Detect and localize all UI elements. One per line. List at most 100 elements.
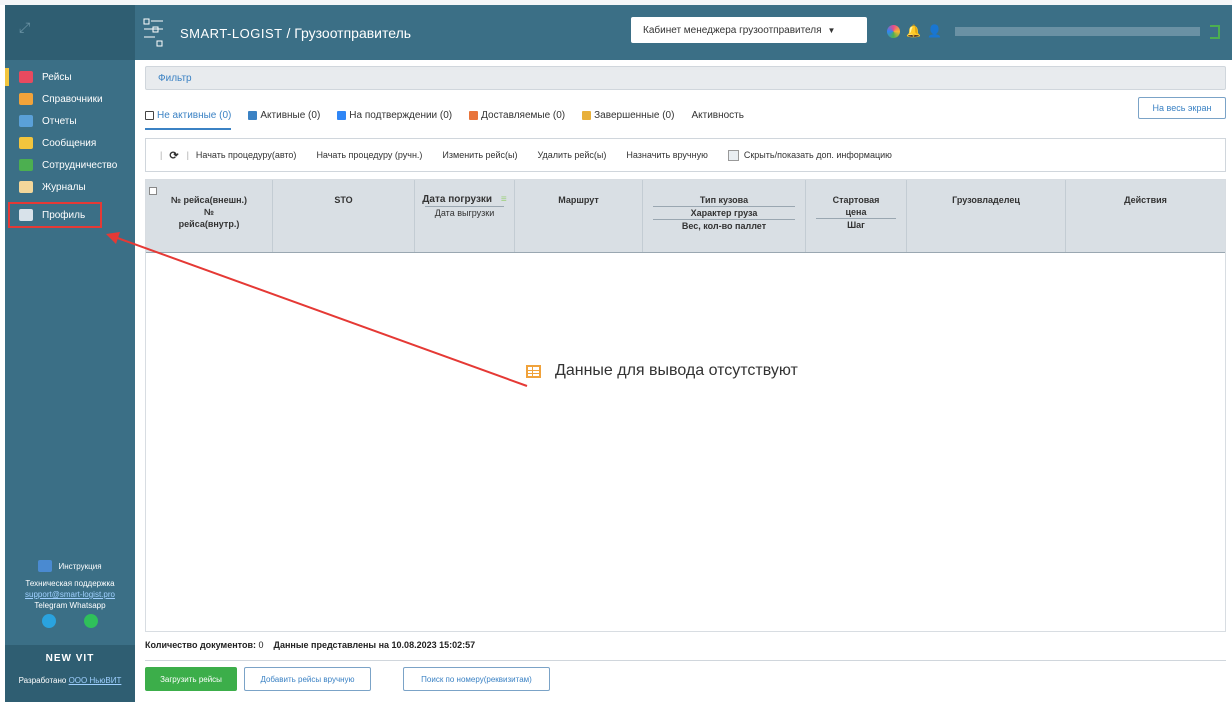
assign-manual-action[interactable]: Назначить вручную — [626, 150, 707, 160]
tab-label: На подтверждении (0) — [349, 109, 453, 121]
filter-label: Фильтр — [158, 73, 192, 84]
sidebar-item-messages[interactable]: Сообщения — [5, 132, 135, 154]
col-route[interactable]: Маршрут — [515, 180, 643, 252]
footer-info: Количество документов: 0 Данные представ… — [145, 640, 475, 650]
support-email-link[interactable]: support@smart-logist.pro — [5, 589, 135, 600]
tab-label: Активные (0) — [260, 109, 321, 121]
sidebar-support: Инструкция Техническая поддержка support… — [5, 560, 135, 628]
cabinet-select[interactable]: Кабинет менеджера грузоотправителя ▼ — [631, 17, 867, 43]
support-label: Техническая поддержка — [25, 579, 115, 588]
telegram-icon[interactable] — [42, 614, 56, 628]
empty-state: Данные для вывода отсутствуют — [526, 362, 798, 380]
cabinet-select-value: Кабинет менеджера грузоотправителя — [643, 24, 822, 36]
trips-icon — [19, 71, 33, 83]
developer-link[interactable]: ООО НьюВИТ — [69, 676, 122, 685]
tab-pending[interactable]: На подтверждении (0) — [337, 101, 452, 129]
messengers-label: Telegram Whatsapp — [34, 601, 106, 610]
col-dates[interactable]: Дата погрузки ≡ Дата выгрузки — [415, 180, 515, 252]
action-toolbar: | ⟳ | Начать процедуру(авто) Начать проц… — [145, 138, 1226, 172]
edit-trip-action[interactable]: Изменить рейс(ы) — [442, 150, 517, 160]
instruction-link[interactable]: Инструкция — [5, 560, 135, 572]
separator: | — [186, 150, 189, 160]
tab-completed[interactable]: Завершенные (0) — [582, 101, 674, 129]
tab-label: Активность — [691, 109, 744, 121]
developed-by-label: Разработано — [18, 676, 67, 685]
col-num-int-prefix: № — [203, 207, 215, 217]
col-body-type-label: Тип кузова — [699, 195, 749, 205]
profile-icon — [19, 209, 33, 221]
col-cargo-type-label: Характер груза — [653, 206, 795, 219]
sidebar-item-profile[interactable]: Профиль — [8, 202, 102, 228]
developer-credit: Разработано ООО НьюВИТ — [5, 676, 135, 685]
search-by-number-button[interactable]: Поиск по номеру(реквизитам) — [403, 667, 550, 691]
col-cargo[interactable]: Тип кузова Характер груза Вес, кол-во па… — [643, 180, 806, 252]
sidebar-item-label: Отчеты — [42, 115, 77, 127]
select-all-checkbox[interactable] — [149, 187, 157, 195]
sidebar-item-reports[interactable]: Отчеты — [5, 110, 135, 132]
instruction-icon — [38, 560, 53, 572]
sidebar-item-label: Журналы — [42, 181, 86, 193]
col-actions-label: Действия — [1124, 195, 1167, 205]
start-auto-action[interactable]: Начать процедуру(авто) — [196, 150, 297, 160]
sidebar-item-trips[interactable]: Рейсы — [5, 66, 135, 88]
user-icon[interactable]: 👤 — [927, 24, 942, 38]
cooperation-icon — [19, 159, 33, 171]
sidebar-item-cooperation[interactable]: Сотрудничество — [5, 154, 135, 176]
sidebar-item-directories[interactable]: Справочники — [5, 88, 135, 110]
brand-name: SMART-LOGIST — [180, 26, 283, 41]
bell-icon[interactable]: 🔔 — [906, 24, 921, 38]
sidebar-item-label: Сотрудничество — [42, 159, 118, 171]
page-title: / Грузоотправитель — [286, 25, 412, 41]
whatsapp-icon[interactable] — [84, 614, 98, 628]
col-num-int-label: рейса(внутр.) — [178, 219, 240, 229]
clipboard-icon — [337, 110, 347, 120]
col-owner[interactable]: Грузовладелец — [907, 180, 1066, 252]
col-step-label: Шаг — [816, 218, 896, 231]
table-header: № рейса(внешн.) № рейса(внутр.) STO Дата… — [146, 180, 1225, 253]
sidebar-item-label: Справочники — [42, 93, 103, 105]
sidebar-item-journals[interactable]: Журналы — [5, 176, 135, 198]
col-sto[interactable]: STO — [273, 180, 415, 252]
message-icon — [19, 137, 33, 149]
col-load-date: Дата погрузки ≡ — [415, 194, 514, 206]
tab-inactive[interactable]: Не активные (0) — [145, 101, 232, 130]
color-wheel-icon[interactable] — [887, 24, 900, 38]
book-icon — [19, 93, 33, 105]
tab-label: Доставляемые (0) — [481, 109, 566, 121]
sidebar: ⤢ Рейсы Справочники Отчеты Сообщения Сот… — [5, 5, 135, 702]
col-num-ext-label: № рейса(внешн.) — [170, 195, 248, 205]
col-number: № рейса(внешн.) № рейса(внутр.) — [146, 180, 273, 252]
tab-delivering[interactable]: Доставляемые (0) — [469, 101, 565, 129]
toggle-info-checkbox[interactable] — [727, 149, 739, 161]
logout-icon[interactable] — [1210, 25, 1220, 39]
filter-bar[interactable]: Фильтр — [145, 66, 1226, 90]
col-sto-label: STO — [334, 195, 353, 205]
start-manual-action[interactable]: Начать процедуру (ручн.) — [316, 150, 422, 160]
fullscreen-button[interactable]: На весь экран — [1138, 97, 1226, 119]
sidebar-footer: NEW VIT Разработано ООО НьюВИТ — [5, 645, 135, 702]
data-timestamp: Данные представлены на 10.08.2023 15:02:… — [273, 640, 476, 650]
delete-trip-action[interactable]: Удалить рейс(ы) — [538, 150, 607, 160]
empty-message: Данные для вывода отсутствуют — [555, 362, 798, 379]
edit-icon — [248, 110, 258, 120]
app-logo-icon — [143, 18, 163, 47]
tab-label: Не активные (0) — [157, 109, 232, 121]
divider — [145, 660, 1226, 661]
sort-icon[interactable]: ≡ — [501, 194, 507, 205]
upload-trips-button[interactable]: Загрузить рейсы — [145, 667, 237, 691]
tab-active[interactable]: Активные (0) — [248, 101, 320, 129]
tab-activity[interactable]: Активность — [691, 101, 744, 129]
col-price[interactable]: Стартовая цена Шаг — [806, 180, 907, 252]
sidebar-item-label: Сообщения — [42, 137, 97, 149]
header-bar: SMART-LOGIST / Грузоотправитель Кабинет … — [135, 5, 1232, 60]
expand-icon[interactable]: ⤢ — [19, 19, 30, 36]
toggle-info-label: Скрыть/показать доп. информацию — [743, 150, 892, 160]
truck-icon — [469, 110, 479, 120]
col-route-label: Маршрут — [558, 195, 599, 205]
newvit-logo: NEW VIT — [45, 653, 95, 664]
add-trips-manual-button[interactable]: Добавить рейсы вручную — [244, 667, 371, 691]
trips-table: № рейса(внешн.) № рейса(внутр.) STO Дата… — [145, 179, 1226, 632]
sidebar-nav: Рейсы Справочники Отчеты Сообщения Сотру… — [5, 60, 135, 228]
col-owner-label: Грузовладелец — [952, 195, 1020, 205]
refresh-icon[interactable]: ⟳ — [169, 149, 178, 162]
